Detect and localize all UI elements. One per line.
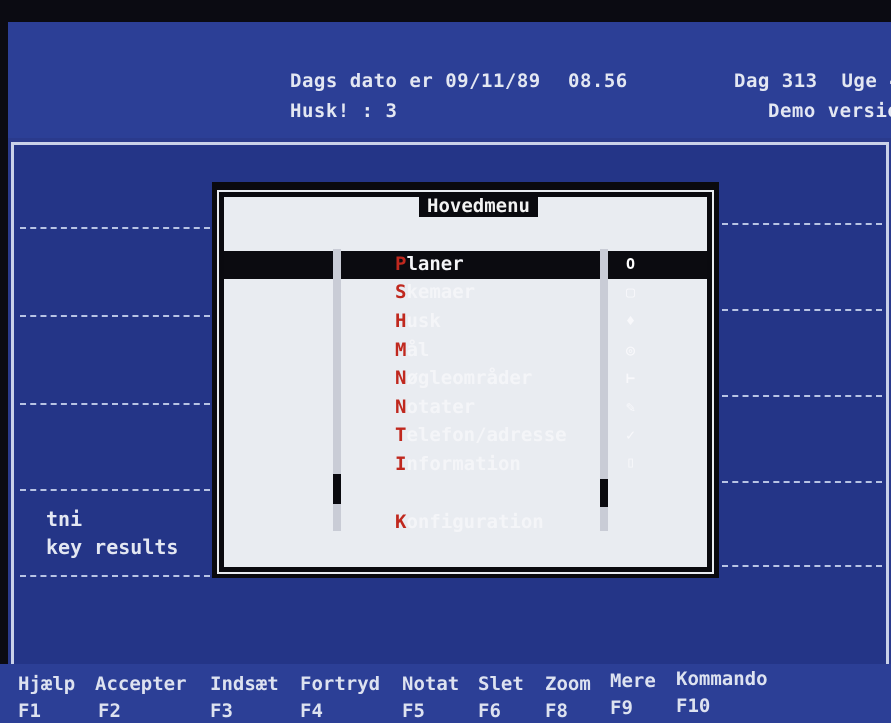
key-icon: ⊢ xyxy=(626,369,636,387)
divider xyxy=(20,575,210,577)
version-text: Demo version xyxy=(768,100,891,122)
menu-item-planer[interactable]: Planer xyxy=(395,253,464,275)
menu-item-information[interactable]: Information xyxy=(395,453,521,475)
fkey-f1[interactable]: F1 xyxy=(18,700,41,722)
fkey-f10[interactable]: F10 xyxy=(676,695,710,717)
divider xyxy=(722,223,882,225)
fkey-f5[interactable]: F5 xyxy=(402,700,425,722)
divider xyxy=(20,489,210,491)
scrollbar-left[interactable] xyxy=(333,249,341,531)
fkey-delete-label[interactable]: Slet xyxy=(478,673,524,695)
fkey-f3[interactable]: F3 xyxy=(210,700,233,722)
menu-item-skemaer[interactable]: Skemaer xyxy=(395,281,475,303)
divider xyxy=(20,315,210,317)
pencil-icon: ✎ xyxy=(626,398,636,416)
fkey-help-label[interactable]: Hjælp xyxy=(18,673,75,695)
info-icon: ▯ xyxy=(626,453,636,471)
menu-item-telefon-adresse[interactable]: Telefon/adresse xyxy=(395,424,567,446)
fkey-zoom-label[interactable]: Zoom xyxy=(545,673,591,695)
date-text: Dags dato er 09/11/89 xyxy=(290,70,541,92)
fkey-note-label[interactable]: Notat xyxy=(402,673,459,695)
menu-item-husk[interactable]: Husk xyxy=(395,310,441,332)
husk-count-text: Husk! : 3 xyxy=(290,100,398,122)
fkey-undo-label[interactable]: Fortryd xyxy=(300,673,380,695)
divider xyxy=(722,481,882,483)
menu-title: Hovedmenu xyxy=(419,195,538,217)
fkey-f8[interactable]: F8 xyxy=(545,700,568,722)
fkey-f2[interactable]: F2 xyxy=(98,700,121,722)
divider xyxy=(20,227,210,229)
fkey-insert-label[interactable]: Indsæt xyxy=(210,673,279,695)
menu-item-konfiguration[interactable]: Konfiguration xyxy=(395,511,544,533)
fkey-f6[interactable]: F6 xyxy=(478,700,501,722)
side-label-key-results: key results xyxy=(46,535,179,559)
fkey-f4[interactable]: F4 xyxy=(300,700,323,722)
fkey-more-label[interactable]: Mere xyxy=(610,670,656,692)
divider xyxy=(20,403,210,405)
target-icon: ◎ xyxy=(626,341,636,359)
time-text: 08.56 xyxy=(568,70,628,92)
main-menu-dialog: Planer O Skemaer ▢ Husk ♦ Mål ◎ Nøgleomr… xyxy=(212,182,719,578)
function-key-bar: Hjælp F1 Accepter F2 Indsæt F3 Fortryd F… xyxy=(0,664,891,723)
menu-item-maal[interactable]: Mål xyxy=(395,339,429,361)
fkey-f9[interactable]: F9 xyxy=(610,697,633,719)
divider xyxy=(722,309,882,311)
phone-icon: ✓ xyxy=(626,426,636,444)
bell-icon: ♦ xyxy=(626,312,636,330)
divider xyxy=(722,565,882,567)
scroll-thumb[interactable] xyxy=(333,474,341,504)
scrollbar-right[interactable] xyxy=(600,249,608,531)
circle-icon: O xyxy=(626,255,636,273)
fkey-accept-label[interactable]: Accepter xyxy=(95,673,187,695)
divider xyxy=(722,395,882,397)
scroll-thumb[interactable] xyxy=(600,479,608,507)
side-label-tni: tni xyxy=(46,507,83,531)
fkey-command-label[interactable]: Kommando xyxy=(676,668,768,690)
menu-item-notater[interactable]: Notater xyxy=(395,396,475,418)
menu-item-noegleomraader[interactable]: Nøgleområder xyxy=(395,367,532,389)
form-icon: ▢ xyxy=(626,283,636,301)
status-header: Dags dato er 09/11/89 08.56 Dag 313 Uge … xyxy=(8,22,891,138)
menu-body: Planer O Skemaer ▢ Husk ♦ Mål ◎ Nøgleomr… xyxy=(217,190,714,574)
day-week-text: Dag 313 Uge 45 xyxy=(734,70,891,92)
